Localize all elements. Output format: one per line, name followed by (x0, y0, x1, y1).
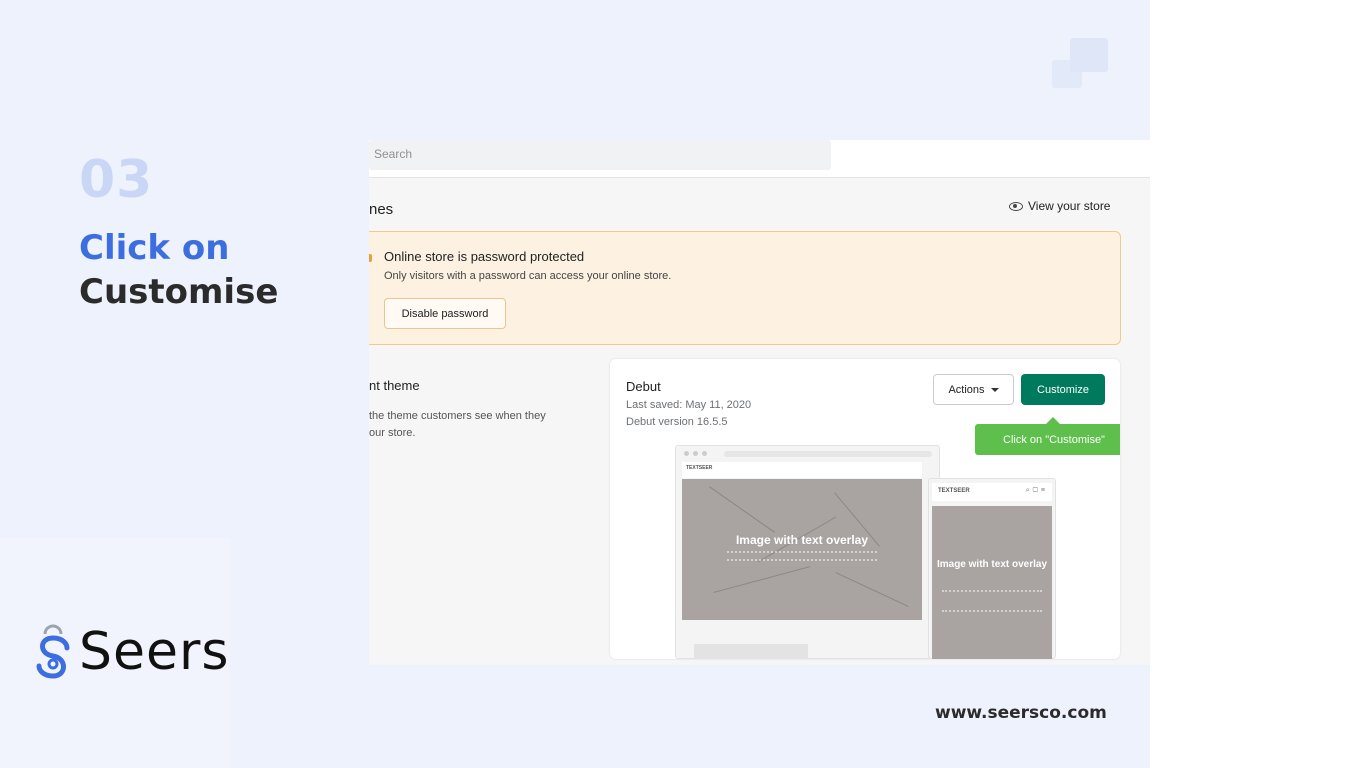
desktop-preview-block (694, 644, 808, 659)
admin-topbar: Search (369, 140, 1150, 178)
theme-card: Debut Last saved: May 11, 2020 Debut ver… (610, 359, 1120, 659)
desktop-preview-hero: Image with text overlay (682, 479, 922, 620)
customize-tooltip: Click on "Customise" (975, 417, 1120, 455)
desktop-theme-preview: TEXTSEER Image with text overlay (675, 445, 940, 659)
view-store-label: View your store (1028, 199, 1111, 213)
actions-label: Actions (948, 383, 985, 396)
eye-icon (1009, 201, 1023, 211)
browser-address-bar (724, 451, 932, 457)
theme-name: Debut (626, 379, 661, 394)
actions-button[interactable]: Actions (933, 374, 1014, 405)
page-title: nes (369, 201, 394, 218)
current-theme-desc-line1: the theme customers see when they (369, 410, 546, 422)
step-title-line2: Customise (79, 272, 279, 312)
desktop-preview-brand: TEXTSEER (686, 465, 713, 471)
current-theme-desc-line2: our store. (369, 427, 416, 439)
website-url: www.seersco.com (935, 703, 1107, 723)
desktop-preview-hero-title: Image with text overlay (735, 533, 869, 547)
mobile-preview-nav-icons: ⌕▢≡ (1025, 487, 1048, 494)
view-store-link[interactable]: View your store (1009, 199, 1110, 213)
current-theme-heading: nt theme (369, 378, 420, 393)
browser-dots-icon (684, 451, 707, 456)
logo-text: Seers (79, 622, 230, 682)
shopify-themes-screenshot: Search nes View your store Online store … (369, 140, 1150, 665)
seers-logo: Seers (33, 620, 229, 684)
last-saved: Last saved: May 11, 2020 (626, 399, 752, 411)
mobile-preview-hero-subtext (942, 590, 1042, 612)
banner-description: Only visitors with a password can access… (384, 270, 672, 282)
decorative-squares (1052, 38, 1108, 88)
step-number: 03 (79, 150, 154, 210)
mobile-preview-hero-title: Image with text overlay (936, 559, 1048, 570)
caret-down-icon (990, 387, 999, 392)
theme-version: Debut version 16.5.5 (626, 416, 728, 428)
search-input[interactable]: Search (369, 140, 831, 170)
mobile-preview-nav: TEXTSEER ⌕▢≡ (932, 483, 1052, 501)
banner-title: Online store is password protected (384, 249, 585, 264)
seers-logo-icon (36, 624, 70, 679)
desktop-preview-nav: TEXTSEER (682, 462, 922, 478)
theme-meta: Last saved: May 11, 2020 Debut version 1… (626, 397, 751, 431)
mobile-preview-hero: Image with text overlay (932, 506, 1052, 659)
mobile-theme-preview: TEXTSEER ⌕▢≡ Image with text overlay (928, 478, 1056, 659)
desktop-preview-hero-subtext (727, 551, 877, 561)
disable-password-button[interactable]: Disable password (384, 298, 506, 329)
customize-button[interactable]: Customize (1021, 374, 1105, 405)
step-title-line1: Click on (79, 228, 230, 268)
warning-icon (369, 254, 372, 262)
password-protected-banner: Online store is password protected Only … (369, 231, 1121, 345)
mobile-preview-brand: TEXTSEER (938, 488, 970, 494)
current-theme-description: the theme customers see when they our st… (369, 408, 589, 442)
